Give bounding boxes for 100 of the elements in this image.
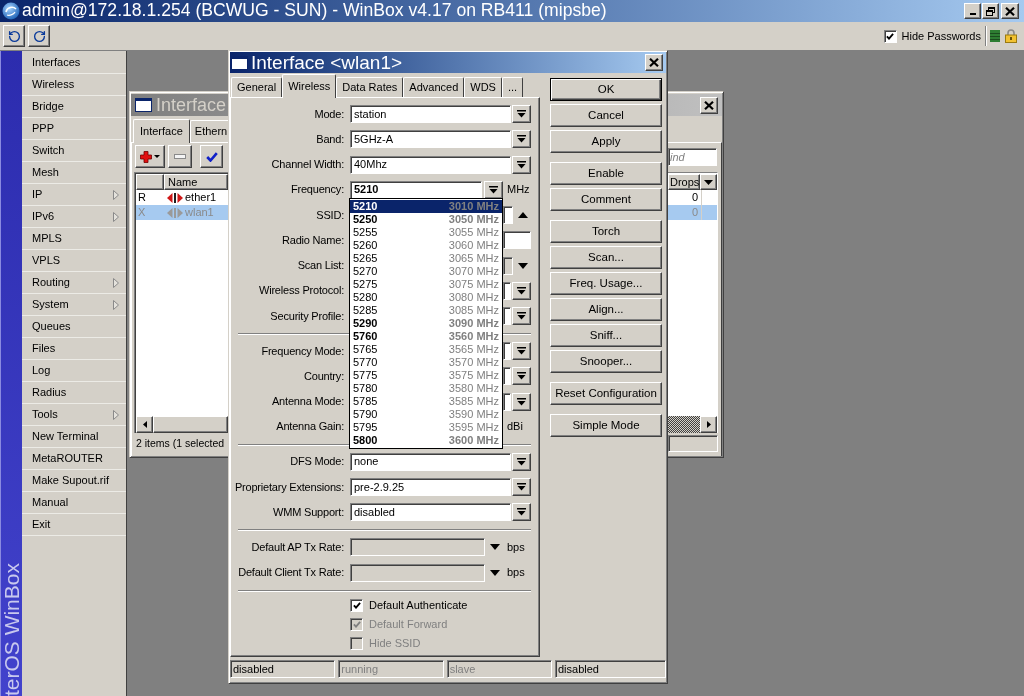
tab[interactable]: Data Rates <box>336 77 404 97</box>
dropdown-button[interactable] <box>512 503 531 522</box>
select-field[interactable]: pre-2.9.25 <box>350 478 511 496</box>
scrollbar-thumb[interactable] <box>153 416 228 433</box>
menu-item[interactable]: Files <box>22 338 126 360</box>
column-menu-button[interactable] <box>700 174 717 190</box>
column-header[interactable]: Name <box>164 174 228 190</box>
dialog-button[interactable]: Cancel <box>550 104 662 127</box>
find-field[interactable]: ind <box>668 147 717 166</box>
select-field[interactable] <box>503 342 511 360</box>
menu-item[interactable]: Switch <box>22 140 126 162</box>
menu-item[interactable]: Bridge <box>22 96 126 118</box>
menu-item[interactable]: Wireless <box>22 74 126 96</box>
down-arrow-icon[interactable] <box>490 569 500 576</box>
menu-item[interactable]: Exit <box>22 514 126 536</box>
dialog-button[interactable]: Apply <box>550 130 662 153</box>
menu-item[interactable]: Routing <box>22 272 126 294</box>
dialog-button[interactable]: Scan... <box>550 246 662 269</box>
tab[interactable]: Advanced <box>403 77 465 97</box>
dropdown-button[interactable] <box>512 155 531 174</box>
minimize-button[interactable] <box>964 3 981 19</box>
menu-item[interactable]: Mesh <box>22 162 126 184</box>
scroll-left-button[interactable] <box>136 416 153 433</box>
select-field[interactable]: 5GHz-A <box>350 130 511 149</box>
select-field[interactable]: 5210 <box>350 180 482 199</box>
scroll-right-button[interactable] <box>700 416 717 433</box>
dropdown-button[interactable] <box>512 452 531 471</box>
checkbox[interactable] <box>350 599 363 612</box>
dialog-button[interactable]: Freq. Usage... <box>550 272 662 295</box>
select-field[interactable]: none <box>350 452 511 471</box>
select-field[interactable] <box>503 307 511 325</box>
menu-item[interactable]: Manual <box>22 492 126 514</box>
select-field[interactable]: station <box>350 105 511 123</box>
column-header[interactable]: Drops <box>668 174 700 190</box>
check-button[interactable] <box>200 145 223 168</box>
checkbox-label: Default Forward <box>369 618 448 631</box>
dropdown-button[interactable] <box>512 478 531 496</box>
dropdown-button[interactable] <box>512 392 531 411</box>
caret-icon <box>517 483 526 491</box>
menu-item[interactable]: Queues <box>22 316 126 338</box>
menu-item[interactable]: IP <box>22 184 126 206</box>
select-field[interactable]: 40Mhz <box>350 155 511 174</box>
dialog-button[interactable]: Align... <box>550 298 662 321</box>
menu-item[interactable]: New Terminal <box>22 426 126 448</box>
column-header[interactable] <box>136 174 164 190</box>
tab[interactable]: Interface <box>133 119 190 143</box>
field-label: Default Client Tx Rate: <box>237 566 344 579</box>
down-arrow-icon[interactable] <box>490 544 500 551</box>
menu-item[interactable]: Tools <box>22 404 126 426</box>
add-button[interactable] <box>135 145 165 168</box>
undo-button[interactable] <box>3 25 25 47</box>
dropdown-button[interactable] <box>512 130 531 149</box>
tab[interactable]: WDS <box>464 77 502 97</box>
check-icon <box>205 151 218 162</box>
menu-item[interactable]: VPLS <box>22 250 126 272</box>
menu-item[interactable]: System <box>22 294 126 316</box>
menu-item[interactable]: Make Supout.rif <box>22 470 126 492</box>
select-field[interactable] <box>503 281 511 300</box>
text-field[interactable] <box>503 206 513 224</box>
select-field[interactable]: disabled <box>350 503 511 522</box>
dialog-button[interactable]: Enable <box>550 162 662 185</box>
tab[interactable]: General <box>231 77 283 97</box>
list-item[interactable]: 5210 3010 MHz <box>350 199 502 213</box>
dropdown-button[interactable] <box>512 105 531 123</box>
menu-item[interactable]: Log <box>22 360 126 382</box>
dropdown-button[interactable] <box>512 367 531 386</box>
tab[interactable]: Wireless <box>282 74 337 98</box>
menu-item[interactable]: Interfaces <box>22 52 126 74</box>
menu-item[interactable]: MetaROUTER <box>22 448 126 470</box>
close-button[interactable] <box>1001 3 1019 19</box>
dialog-button[interactable]: Simple Mode <box>550 414 662 437</box>
dropdown-button[interactable] <box>512 307 531 325</box>
dialog-button[interactable]: Snooper... <box>550 350 662 373</box>
dropdown-button[interactable] <box>484 180 503 199</box>
unit-label: bps <box>507 540 525 554</box>
menu-item[interactable]: IPv6 <box>22 206 126 228</box>
field-label: Country: <box>303 369 344 383</box>
menu-item[interactable]: PPP <box>22 118 126 140</box>
tab[interactable]: ... <box>501 77 524 97</box>
dialog-button[interactable]: Comment <box>550 188 662 211</box>
dropdown-button[interactable] <box>512 281 531 300</box>
dialog-button[interactable]: OK <box>550 78 662 101</box>
dialog-button[interactable]: Torch <box>550 220 662 243</box>
redo-button[interactable] <box>28 25 50 47</box>
restore-button[interactable] <box>982 3 999 19</box>
close-button[interactable] <box>700 96 718 114</box>
dropdown-button[interactable] <box>512 342 531 360</box>
checkbox-label: Default Authenticate <box>369 599 468 612</box>
close-button[interactable] <box>645 54 663 71</box>
select-field[interactable] <box>503 367 511 386</box>
menu-item[interactable]: Radius <box>22 382 126 404</box>
dialog-button[interactable]: Sniff... <box>550 324 662 347</box>
down-arrow-icon[interactable] <box>518 262 528 269</box>
checkbox[interactable] <box>883 29 897 43</box>
dialog-button[interactable]: Reset Configuration <box>550 382 662 405</box>
text-field[interactable] <box>503 231 531 250</box>
up-arrow-icon[interactable] <box>518 212 528 218</box>
remove-button[interactable] <box>168 145 192 168</box>
menu-item[interactable]: MPLS <box>22 228 126 250</box>
select-field[interactable] <box>503 392 511 411</box>
